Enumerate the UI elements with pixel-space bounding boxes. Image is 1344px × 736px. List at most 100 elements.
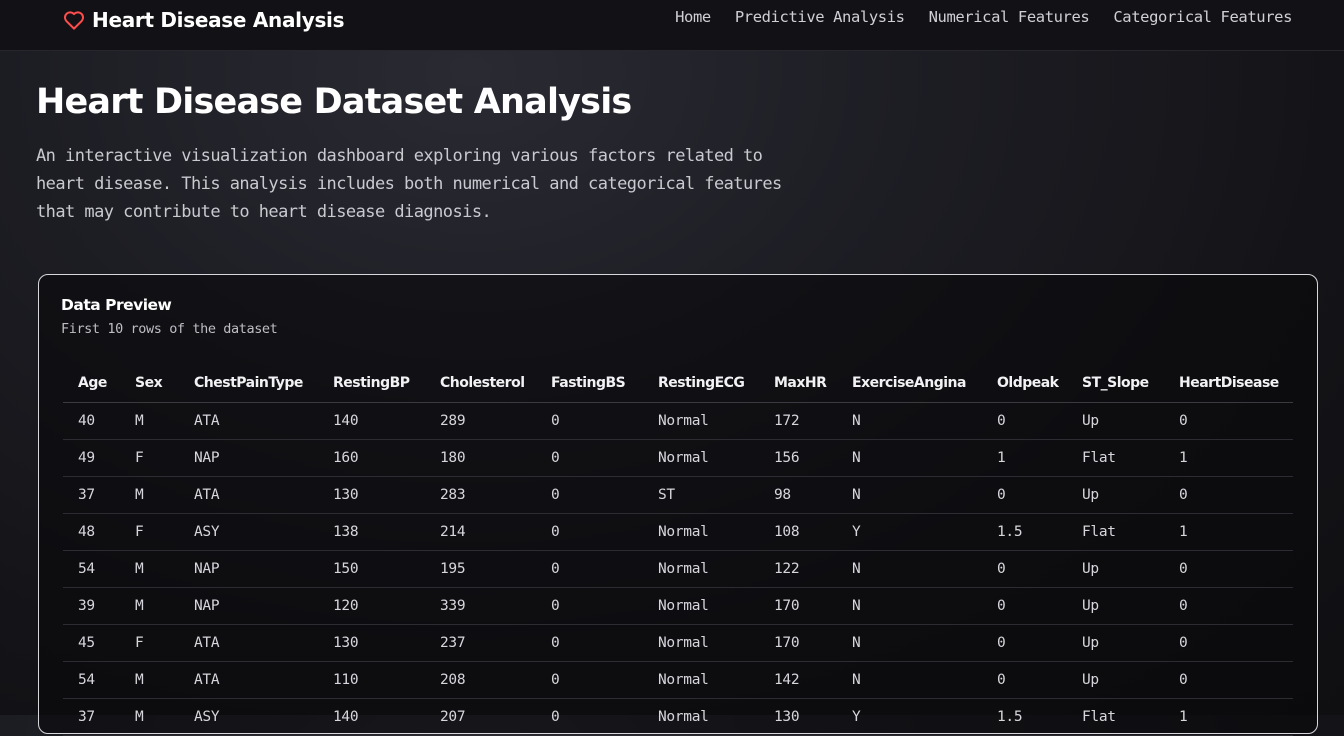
table-cell: N (837, 661, 982, 699)
table-cell: 0 (536, 476, 643, 514)
table-cell: 0 (1164, 402, 1293, 440)
column-header: HeartDisease (1164, 364, 1293, 403)
table-cell: 48 (63, 513, 120, 551)
table-cell: 1 (1164, 698, 1293, 736)
table-cell: ATA (179, 624, 318, 662)
column-header: RestingECG (643, 364, 759, 403)
table-cell: 0 (536, 513, 643, 551)
table-cell: Up (1067, 402, 1164, 440)
table-cell: 0 (1164, 624, 1293, 662)
table-cell: 1 (982, 439, 1067, 477)
table-body: 40 M ATA 140 289 0 Normal 172 N 0 Up 0 49 F NAP 160 180 0… (63, 402, 1293, 736)
table-cell: 54 (63, 661, 120, 699)
table-cell: 172 (759, 402, 837, 440)
column-header: MaxHR (759, 364, 837, 403)
table-cell: N (837, 476, 982, 514)
table-cell: NAP (179, 439, 318, 477)
table-row: 39 M NAP 120 339 0 Normal 170 N 0 Up 0 (63, 587, 1293, 625)
table-cell: 170 (759, 624, 837, 662)
column-header: Sex (120, 364, 179, 403)
table-cell: M (120, 698, 179, 736)
table-cell: Up (1067, 661, 1164, 699)
table-cell: Flat (1067, 439, 1164, 477)
table-cell: 0 (982, 661, 1067, 699)
brand[interactable]: Heart Disease Analysis (62, 6, 345, 34)
table-cell: 142 (759, 661, 837, 699)
table-cell: 237 (425, 624, 536, 662)
brand-title: Heart Disease Analysis (92, 8, 345, 32)
table-cell: 120 (318, 587, 425, 625)
table-cell: N (837, 587, 982, 625)
table-cell: Normal (643, 513, 759, 551)
table-cell: 49 (63, 439, 120, 477)
column-header: ExerciseAngina (837, 364, 982, 403)
table-cell: N (837, 624, 982, 662)
table-cell: N (837, 550, 982, 588)
table-cell: 195 (425, 550, 536, 588)
table-row: 40 M ATA 140 289 0 Normal 172 N 0 Up 0 (63, 402, 1293, 440)
table-cell: 0 (536, 550, 643, 588)
table-cell: 130 (318, 624, 425, 662)
table-cell: ASY (179, 513, 318, 551)
table-cell: Normal (643, 550, 759, 588)
table-cell: 339 (425, 587, 536, 625)
table-cell: 170 (759, 587, 837, 625)
page-title: Heart Disease Dataset Analysis (36, 82, 632, 122)
table-cell: 180 (425, 439, 536, 477)
table-cell: N (837, 439, 982, 477)
table-cell: F (120, 624, 179, 662)
nav-link-numerical-features[interactable]: Numerical Features (929, 8, 1090, 26)
page-description: An interactive visualization dashboard e… (36, 146, 782, 222)
table-header-row: Age Sex ChestPainType RestingBP Cholesterol F… (63, 364, 1293, 403)
table-row: 45 F ATA 130 237 0 Normal 170 N 0 Up 0 (63, 624, 1293, 662)
table-cell: 110 (318, 661, 425, 699)
table-cell: 150 (318, 550, 425, 588)
column-header: Oldpeak (982, 364, 1067, 403)
top-navbar: Heart Disease Analysis Home Predictive A… (0, 0, 1344, 51)
table-cell: F (120, 513, 179, 551)
table-cell: 108 (759, 513, 837, 551)
table-cell: NAP (179, 587, 318, 625)
column-header: ChestPainType (179, 364, 318, 403)
table-cell: Y (837, 698, 982, 736)
table-cell: M (120, 476, 179, 514)
nav-link-predictive-analysis[interactable]: Predictive Analysis (735, 8, 905, 26)
table-cell: 37 (63, 698, 120, 736)
table-cell: 0 (536, 587, 643, 625)
table-cell: Flat (1067, 513, 1164, 551)
table-cell: ST (643, 476, 759, 514)
table-cell: M (120, 402, 179, 440)
table-cell: 0 (1164, 661, 1293, 699)
table-cell: 45 (63, 624, 120, 662)
table-cell: 283 (425, 476, 536, 514)
table-cell: Flat (1067, 698, 1164, 736)
table-cell: 208 (425, 661, 536, 699)
table-cell: ATA (179, 476, 318, 514)
table-cell: ATA (179, 661, 318, 699)
data-preview-card: Data Preview First 10 rows of the datase… (38, 274, 1318, 736)
table-cell: Normal (643, 698, 759, 736)
card-subtitle: First 10 rows of the dataset (61, 321, 278, 337)
table-cell: 0 (536, 624, 643, 662)
nav-links: Home Predictive Analysis Numerical Featu… (675, 8, 1292, 26)
table-cell: 0 (982, 624, 1067, 662)
table-cell: Normal (643, 624, 759, 662)
column-header: RestingBP (318, 364, 425, 403)
table-row: 54 M ATA 110 208 0 Normal 142 N 0 Up 0 (63, 661, 1293, 699)
table-cell: 0 (982, 476, 1067, 514)
table-cell: Up (1067, 550, 1164, 588)
column-header: Cholesterol (425, 364, 536, 403)
column-header: FastingBS (536, 364, 643, 403)
table-cell: 1.5 (982, 698, 1067, 736)
column-header: Age (63, 364, 120, 403)
table-cell: ATA (179, 402, 318, 440)
nav-link-categorical-features[interactable]: Categorical Features (1113, 8, 1292, 26)
table-row: 37 M ATA 130 283 0 ST 98 N 0 Up 0 (63, 476, 1293, 514)
table-cell: F (120, 439, 179, 477)
table-cell: M (120, 661, 179, 699)
nav-link-home[interactable]: Home (675, 8, 711, 26)
table-cell: 0 (982, 587, 1067, 625)
table-row: 49 F NAP 160 180 0 Normal 156 N 1 Flat 1 (63, 439, 1293, 477)
table-cell: Up (1067, 624, 1164, 662)
table-cell: 214 (425, 513, 536, 551)
